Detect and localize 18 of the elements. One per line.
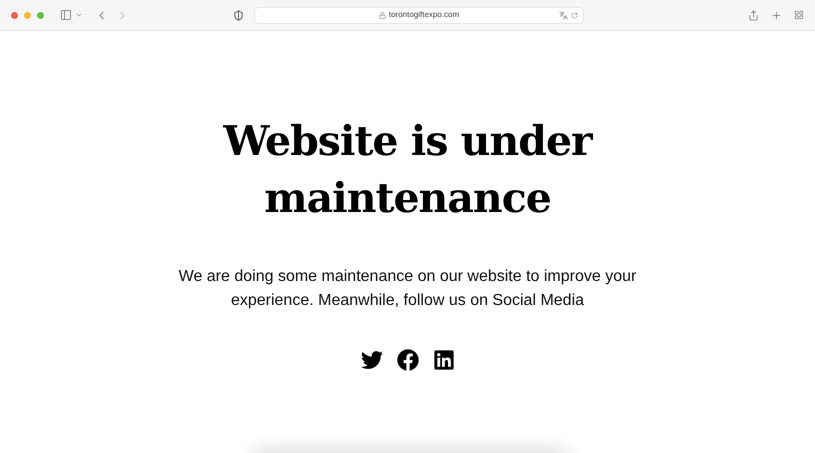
sidebar-icon[interactable] [60,9,72,21]
address-bar[interactable]: torontogiftexpo.com [254,6,584,24]
page-heading: Website is under maintenance [222,116,594,224]
maintenance-message: We are doing some maintenance on our website to improve your experience. Meanwhile, follow us on Social Media [178,267,638,311]
close-window-button[interactable] [11,12,18,18]
shield-icon[interactable] [233,10,244,20]
url-text: torontogiftexpo.com [388,9,460,21]
share-icon[interactable] [748,10,759,20]
lock-icon [378,12,386,18]
new-tab-icon[interactable] [771,10,782,20]
minimize-window-button[interactable] [24,12,31,18]
bird-icon[interactable] [360,349,382,371]
circle-f-icon[interactable] [396,349,418,371]
chevron-down-icon[interactable] [75,11,83,19]
translate-icon[interactable] [559,10,568,20]
tab-overview-icon[interactable] [794,10,804,20]
reload-icon[interactable] [571,12,578,18]
maximize-window-button[interactable] [37,12,44,18]
